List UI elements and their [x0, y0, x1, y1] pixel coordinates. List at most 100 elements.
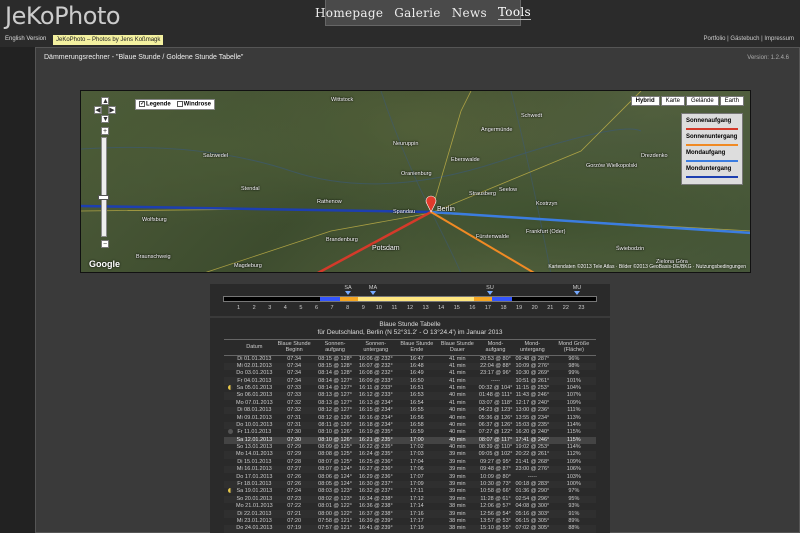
new-moon-icon [227, 429, 233, 435]
cell-moon-phase [224, 444, 236, 451]
cell-blue-duration: 41 min [436, 362, 478, 370]
cell-sunset: 16:37 @ 238° [354, 510, 398, 518]
cell-blue-duration: 38 min [436, 525, 478, 533]
cell-moonrise: 20:53 @ 80° [480, 355, 511, 362]
map-type-hybrid[interactable]: Hybrid [630, 96, 660, 106]
nav-homepage[interactable]: Homepage [315, 6, 383, 20]
pan-down-button[interactable]: ▼ [101, 115, 109, 123]
map-place: Salzwedel [203, 153, 229, 159]
cell-date: Fr 18.01.2013 [236, 480, 273, 489]
cell-moonset: 02:54 @ 296° [513, 495, 552, 504]
legend-moonrise: Mondaufgang [686, 150, 738, 166]
map-type-karte[interactable]: Karte [660, 96, 685, 106]
map-place: Frankfurt (Oder) [526, 229, 566, 235]
cell-blue-end: 17:11 [410, 488, 424, 495]
map-type-earth[interactable]: Earth [719, 96, 744, 106]
timeline-hour-label: 19 [516, 305, 523, 311]
cell-blue-duration: 38 min [449, 503, 466, 510]
direction-lines [81, 91, 750, 272]
map-place: Oranienburg [401, 171, 432, 177]
cell-sunrise: 08:14 @ 127° [315, 377, 355, 385]
map-copyright[interactable]: Kartendaten ©2013 Tele Atlas · Bilder ©2… [548, 264, 746, 270]
cell-blue-duration: 40 min [436, 436, 478, 444]
timeline-hour-label: 11 [391, 305, 398, 311]
cell-blue-end: 16:53 [397, 392, 437, 400]
checkbox-icon[interactable] [176, 101, 183, 107]
cell-moon-phase [224, 503, 236, 510]
cell-moon-phase [224, 459, 236, 466]
sub-nav: English Version JeKoPhoto – Photos by Je… [0, 35, 800, 47]
timeline-blue-hour-morning [320, 297, 340, 301]
timeline-track [223, 296, 597, 302]
zoom-slider-thumb[interactable] [98, 195, 109, 200]
cell-moonset: 00:18 @ 283° [513, 480, 552, 489]
google-logo[interactable]: Google [89, 259, 120, 269]
map-place: Kostrzyn [536, 201, 558, 207]
cell-date: Sa 12.01.2013 [236, 436, 273, 444]
timeline-hour-label: 3 [268, 305, 272, 311]
cell-sunrise: 08:07 @ 125° [318, 458, 352, 465]
cell-blue-start: 07:28 [287, 458, 302, 465]
timeline-hour-label: 21 [547, 305, 554, 311]
legend-sunrise-label: Sonnenaufgang [686, 118, 732, 124]
cell-date: Di 08.01.2013 [236, 406, 273, 415]
nav-galerie[interactable]: Galerie [394, 6, 440, 20]
cell-blue-start: 07:31 [272, 421, 316, 430]
cell-moonrise: ----- [477, 377, 514, 385]
cell-moon-size: 115% [567, 429, 581, 436]
legend-toggle[interactable]: ✓Legende [139, 101, 171, 108]
map-place: Magdeburg [234, 263, 262, 269]
cell-date: Di 22.01.2013 [236, 510, 273, 518]
page-title: Dämmerungsrechner - "Blaue Stunde / Gold… [44, 54, 244, 61]
pan-left-button[interactable]: ◀ [94, 106, 102, 114]
table-row: Di 15.01.2013 07:28 08:07 @ 125° 16:25 @ 23… [224, 459, 596, 466]
map-place: Seelow [499, 187, 518, 193]
cell-blue-duration: 41 min [449, 399, 466, 406]
cell-date: Mo 07.01.2013 [236, 399, 273, 406]
cell-sunrise: 08:09 @ 125° [318, 444, 352, 451]
table-row: So 06.01.2013 07:33 08:13 @ 127° 16:12 @ 23… [224, 392, 596, 400]
site-logo[interactable]: JeKoPhoto [5, 2, 121, 30]
timeline-day [358, 297, 474, 301]
cell-sunset: 16:21 @ 235° [354, 436, 398, 444]
checkbox-checked-icon[interactable]: ✓ [139, 101, 145, 107]
zoom-in-button[interactable]: + [101, 127, 109, 135]
half-moon-icon [227, 385, 233, 390]
cell-moon-size: 99% [568, 370, 580, 377]
pan-right-button[interactable]: ▶ [108, 106, 116, 114]
cell-blue-duration: 40 min [449, 429, 466, 436]
cell-moonset: 19:02 @ 253° [515, 444, 550, 451]
cell-moon-size: 111% [551, 406, 596, 415]
cell-blue-start: 07:33 [287, 384, 302, 391]
map-type-gelaende[interactable]: Gelände [685, 96, 719, 106]
nav-tools[interactable]: Tools [497, 5, 531, 20]
cell-moon-size: 112% [551, 451, 596, 459]
cell-moon-size: 93% [568, 503, 580, 510]
zoom-out-button[interactable]: − [101, 240, 109, 248]
cell-blue-start: 07:19 [272, 525, 316, 533]
nav-news[interactable]: News [452, 6, 487, 20]
pan-up-button[interactable]: ▲ [101, 97, 109, 105]
table-row: So 13.01.2013 07:29 08:09 @ 125° 16:22 @ 23… [224, 444, 596, 451]
english-version-link[interactable]: English Version [5, 36, 46, 42]
cell-blue-end: 16:47 [409, 355, 424, 362]
cell-blue-start: 07:24 [287, 488, 302, 495]
cell-sunset: 16:36 @ 238° [358, 503, 393, 510]
timeline-hour-label: 12 [406, 305, 414, 311]
col-moonrise: Mond-aufgang [477, 339, 514, 356]
windrose-toggle[interactable]: Windrose [176, 101, 211, 108]
table-row: Mi 16.01.2013 07:27 08:07 @ 124° 16:27 @ 23… [224, 466, 596, 474]
timeline-hour-label: 13 [422, 305, 429, 311]
cell-moonrise: 08:07 @ 117° [477, 436, 514, 444]
table-row: Fr 18.01.2013 07:26 08:05 @ 124° 16:30 @ 23… [224, 480, 596, 489]
cell-sunrise: 08:08 @ 125° [315, 451, 355, 459]
zoom-slider[interactable] [101, 137, 107, 237]
map-view[interactable]: Wittstock Neuruppin Salzwedel Stendal Wo… [80, 90, 751, 273]
cell-sunset: 16:18 @ 234° [354, 421, 398, 430]
cell-date: Fr 04.01.2013 [236, 377, 273, 385]
cell-blue-end: 17:04 [409, 458, 424, 465]
footer-links[interactable]: Portfolio | Gästebuch | Impressum [704, 36, 795, 42]
cell-sunrise: 08:12 @ 126° [318, 414, 352, 421]
table-row: Do 17.01.2013 07:26 08:06 @ 124° 16:29 @ 23… [224, 473, 596, 480]
cell-blue-start: 07:26 [272, 480, 316, 489]
